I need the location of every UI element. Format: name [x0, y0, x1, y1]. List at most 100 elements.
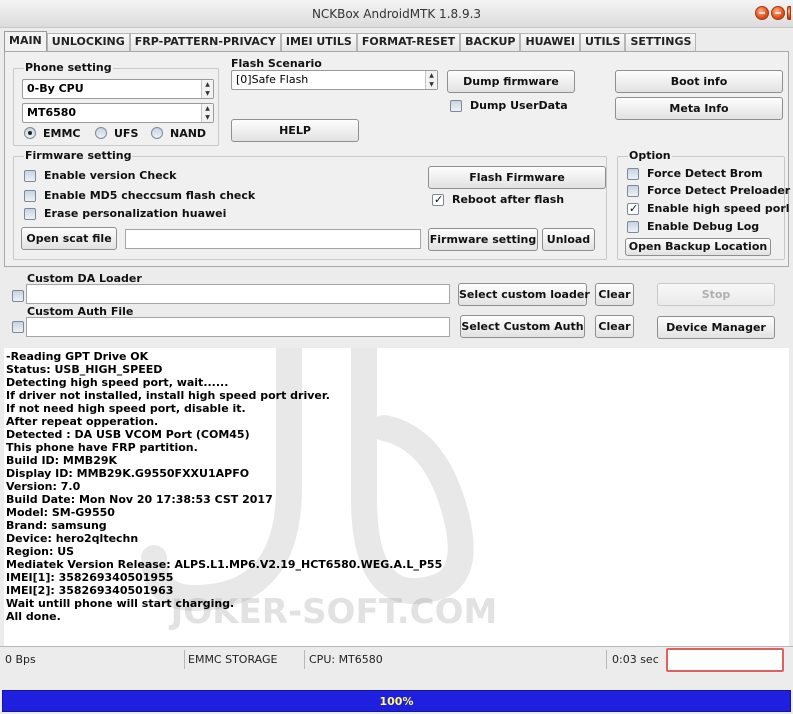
- log-line: Brand: samsung: [6, 519, 107, 532]
- log-line: Display ID: MMB29K.G9550FXXU1APFO: [6, 467, 250, 480]
- dump-firmware-button[interactable]: Dump firmware: [447, 70, 575, 93]
- log-line: IMEI[1]: 358269340501955: [6, 571, 174, 584]
- phone-setting-group: Phone setting 0-By CPU ▲ ▼ MT6580 ▲ ▼ EMMC…: [13, 61, 219, 146]
- log-line: Version: 7.0: [6, 480, 81, 493]
- custom-auth-file-checkbox[interactable]: [12, 321, 24, 333]
- maximize-icon[interactable]: [771, 6, 785, 20]
- stop-button[interactable]: Stop: [657, 283, 775, 306]
- clear-loader-button[interactable]: Clear: [595, 283, 634, 306]
- storage-label-emmc: EMMC: [43, 127, 81, 140]
- log-line: If driver not installed, install high sp…: [6, 389, 330, 402]
- force-detect-preloader-checkbox[interactable]: [627, 185, 639, 197]
- log-line: This phone have FRP partition.: [6, 441, 198, 454]
- minimize-icon[interactable]: [755, 6, 769, 20]
- storage-radio-nand[interactable]: [151, 127, 163, 139]
- log-output[interactable]: JOKER-SOFT.COM -Reading GPT Drive OK Stat…: [4, 348, 789, 646]
- log-line: Wait untill phone will start charging.: [6, 597, 235, 610]
- scat-path-input[interactable]: [125, 229, 421, 249]
- status-storage: EMMC STORAGE: [188, 653, 278, 666]
- log-line: Detecting high speed port, wait......: [6, 376, 229, 389]
- erase-personalization-checkbox[interactable]: [24, 208, 36, 220]
- cpu-select-value: 0-By CPU: [27, 82, 84, 95]
- open-backup-location-button[interactable]: Open Backup Location: [625, 238, 771, 256]
- dump-userdata-label: Dump UserData: [470, 99, 568, 112]
- tab-imei-utils[interactable]: IMEI UTILS: [280, 33, 357, 51]
- force-detect-preloader-label: Force Detect Preloader: [647, 184, 791, 197]
- clear-auth-button[interactable]: Clear: [595, 315, 634, 338]
- log-line: Build ID: MMB29K: [6, 454, 118, 467]
- tab-format-reset[interactable]: FORMAT-RESET: [356, 33, 461, 51]
- tab-bar: MAIN UNLOCKING FRP-PATTERN-PRIVACY IMEI …: [4, 31, 697, 51]
- log-line: All done.: [6, 610, 61, 623]
- main-panel: Phone setting 0-By CPU ▲ ▼ MT6580 ▲ ▼ EMMC…: [4, 51, 790, 267]
- force-detect-brom-checkbox[interactable]: [627, 168, 639, 180]
- enable-high-speed-port-label: Enable high speed porl: [647, 202, 790, 215]
- log-line: Detected : DA USB VCOM Port (COM45): [6, 428, 250, 441]
- select-custom-loader-button[interactable]: Select custom loader: [458, 283, 590, 306]
- select-custom-auth-button[interactable]: Select Custom Auth: [460, 315, 585, 338]
- status-separator: [184, 650, 185, 669]
- device-manager-button[interactable]: Device Manager: [657, 316, 775, 339]
- spin-arrows-icon[interactable]: ▲ ▼: [201, 80, 213, 98]
- log-line: Region: US: [6, 545, 75, 558]
- progress-label: 100%: [379, 695, 414, 708]
- status-cpu: CPU: MT6580: [309, 653, 383, 666]
- enable-md5-check-checkbox[interactable]: [24, 190, 36, 202]
- chip-select-value: MT6580: [27, 106, 77, 119]
- log-line: Device: hero2qltechn: [6, 532, 139, 545]
- enable-high-speed-port-checkbox[interactable]: [627, 202, 639, 215]
- log-line: Mediatek Version Release: ALPS.L1.MP6.V2…: [6, 558, 443, 571]
- enable-version-check-checkbox[interactable]: [24, 170, 36, 182]
- storage-label-ufs: UFS: [114, 127, 139, 140]
- flash-firmware-button[interactable]: Flash Firmware: [428, 166, 606, 189]
- log-lines: -Reading GPT Drive OK Status: USB_HIGH_SP…: [6, 350, 442, 623]
- status-separator: [304, 650, 305, 669]
- chip-select[interactable]: MT6580 ▲ ▼: [22, 103, 214, 123]
- storage-label-nand: NAND: [170, 127, 207, 140]
- status-indicator: [666, 648, 784, 672]
- firmware-setting-group: Firmware setting Enable version Check En…: [13, 149, 607, 260]
- tab-settings[interactable]: SETTINGS: [625, 33, 697, 51]
- log-line: Status: USB_HIGH_SPEED: [6, 363, 163, 376]
- enable-debug-log-checkbox[interactable]: [627, 221, 639, 233]
- dump-userdata-checkbox[interactable]: [450, 100, 462, 112]
- status-speed: 0 Bps: [5, 653, 36, 666]
- flash-scenario-value: [0]Safe Flash: [236, 73, 309, 86]
- tab-frp-pattern-privacy[interactable]: FRP-PATTERN-PRIVACY: [129, 33, 281, 51]
- storage-radio-emmc[interactable]: [24, 127, 36, 139]
- meta-info-button[interactable]: Meta Info: [615, 97, 783, 120]
- option-group: Option Force Detect Brom Force Detect Pr…: [617, 149, 790, 260]
- window-title: NCKBox AndroidMTK 1.8.9.3: [311, 7, 482, 21]
- phone-setting-label: Phone setting: [24, 61, 113, 74]
- log-line: After repeat opperation.: [6, 415, 159, 428]
- log-line: Build Date: Mon Nov 20 17:38:53 CST 2017: [6, 493, 273, 506]
- custom-da-loader-checkbox[interactable]: [12, 290, 24, 302]
- storage-radio-ufs[interactable]: [95, 127, 107, 139]
- open-scat-file-button[interactable]: Open scat file: [21, 227, 117, 250]
- cpu-select[interactable]: 0-By CPU ▲ ▼: [22, 79, 214, 99]
- tab-backup[interactable]: BACKUP: [460, 33, 521, 51]
- tab-unlocking[interactable]: UNLOCKING: [46, 33, 130, 51]
- custom-loader-area: Custom DA Loader Select custom loader Cl…: [0, 268, 793, 348]
- progress-bar: 100%: [2, 690, 791, 712]
- erase-personalization-label: Erase personalization huawei: [44, 207, 227, 220]
- force-detect-brom-label: Force Detect Brom: [647, 167, 763, 180]
- unload-button[interactable]: Unload: [542, 228, 595, 251]
- tab-main[interactable]: MAIN: [4, 31, 47, 51]
- spin-arrows-icon[interactable]: ▲ ▼: [425, 71, 437, 89]
- title-bar: NCKBox AndroidMTK 1.8.9.3: [0, 0, 793, 28]
- custom-auth-file-input[interactable]: [26, 317, 450, 337]
- reboot-after-flash-checkbox[interactable]: [432, 193, 444, 206]
- spin-arrows-icon[interactable]: ▲ ▼: [201, 104, 213, 122]
- help-button[interactable]: HELP: [231, 119, 359, 142]
- firmware-setting-button[interactable]: Firmware setting: [428, 228, 538, 251]
- enable-debug-log-label: Enable Debug Log: [647, 220, 760, 233]
- flash-scenario-select[interactable]: [0]Safe Flash ▲ ▼: [231, 70, 438, 90]
- tab-huawei[interactable]: HUAWEI: [520, 33, 581, 51]
- close-icon[interactable]: [787, 6, 793, 20]
- tab-utils[interactable]: UTILS: [580, 33, 626, 51]
- log-line: If not need high speed port, disable it.: [6, 402, 246, 415]
- log-line: -Reading GPT Drive OK: [6, 350, 149, 363]
- boot-info-button[interactable]: Boot info: [615, 70, 783, 93]
- custom-da-loader-input[interactable]: [26, 284, 450, 304]
